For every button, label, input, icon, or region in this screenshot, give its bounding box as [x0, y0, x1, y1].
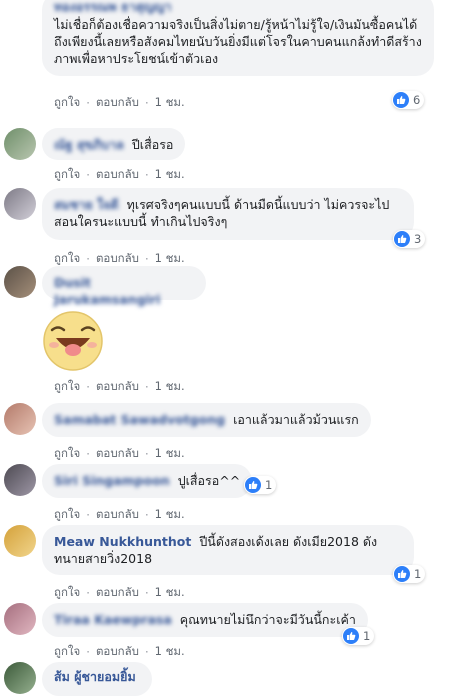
avatar[interactable] [4, 403, 36, 435]
like-link[interactable]: ถูกใจ [54, 166, 80, 184]
reaction-count[interactable]: 1 [244, 476, 277, 494]
avatar[interactable] [4, 603, 36, 635]
comment-actions: ถูกใจ · ตอบกลับ · 1 ชม. [54, 506, 185, 524]
commenter-name[interactable]: ณัฐ สุขภิบาล [54, 137, 124, 152]
comment-text: เอาแล้วมาแล้วม้วนแรก [233, 412, 359, 427]
reaction-number: 1 [414, 567, 422, 581]
reaction-count[interactable]: 6 [392, 91, 425, 109]
comment-actions: ถูกใจ · ตอบกลับ · 1 ชม. [54, 378, 185, 396]
commenter-name[interactable]: Meaw Nukkhunthot [54, 534, 191, 549]
comment-bubble: Dusit Jarukamsangiri [42, 266, 206, 307]
comment-text: ปูเสื่อรอ^^ [177, 473, 241, 488]
comment-bubble: Tiraa Kaewprasa คุณทนายไม่นึกว่าจะมีวันน… [42, 603, 368, 637]
reaction-number: 6 [413, 93, 421, 107]
timestamp[interactable]: 1 ชม. [155, 506, 185, 524]
comment-actions: ถูกใจ · ตอบกลับ · 1 ชม. [54, 445, 185, 463]
comment-actions: ถูกใจ · ตอบกลับ · 1 ชม. [54, 643, 185, 661]
comment-text: ไม่เชื่อก็ต้องเชื่อความจริงเป็นสิ่งไม่ตา… [54, 17, 422, 66]
timestamp[interactable]: 1 ชม. [155, 445, 185, 463]
reply-link[interactable]: ตอบกลับ [96, 94, 139, 112]
comment-actions: ถูกใจ · ตอบกลับ · 1 ชม. [54, 584, 185, 602]
like-link[interactable]: ถูกใจ [54, 506, 80, 524]
avatar[interactable] [4, 128, 36, 160]
like-icon [393, 92, 409, 108]
like-link[interactable]: ถูกใจ [54, 643, 80, 661]
timestamp[interactable]: 1 ชม. [155, 94, 185, 112]
commenter-name[interactable]: ทองอรรณพ ธาสุญญา [54, 0, 172, 15]
comment-text: คุณทนายไม่นึกว่าจะมีวันนี้กะเค้า [179, 612, 356, 627]
reaction-number: 1 [265, 478, 273, 492]
like-link[interactable]: ถูกใจ [54, 445, 80, 463]
like-link[interactable]: ถูกใจ [54, 584, 80, 602]
commenter-name[interactable]: Siri Singampoon [54, 473, 170, 488]
commenter-name[interactable]: ส้ม ผู้ชายอมยิ้ม [54, 669, 136, 684]
reaction-number: 3 [414, 232, 422, 246]
comment-bubble: Meaw Nukkhunthot ปีนี้ดังสองเด้งเลย ดังเ… [42, 525, 414, 575]
reply-link[interactable]: ตอบกลับ [96, 506, 139, 524]
reaction-count[interactable]: 1 [342, 627, 375, 645]
timestamp[interactable]: 1 ชม. [155, 378, 185, 396]
commenter-name[interactable]: Samabat Sawadvotgong [54, 412, 225, 427]
reaction-number: 1 [363, 629, 371, 643]
comment-actions: ถูกใจ · ตอบกลับ · 1 ชม. [54, 166, 185, 184]
like-link[interactable]: ถูกใจ [54, 378, 80, 396]
reply-link[interactable]: ตอบกลับ [96, 445, 139, 463]
comment-bubble: สมชาย ใจดี ทุเรศจริงๆคนแบบนี้ ด้านมืดนี้… [42, 188, 414, 240]
comment-bubble: ทองอรรณพ ธาสุญญา ไม่เชื่อก็ต้องเชื่อความ… [42, 0, 434, 76]
avatar[interactable] [4, 188, 36, 220]
like-icon [343, 628, 359, 644]
timestamp[interactable]: 1 ชม. [155, 643, 185, 661]
avatar[interactable] [4, 266, 36, 298]
comment-bubble: Siri Singampoon ปูเสื่อรอ^^ [42, 464, 253, 498]
commenter-name[interactable]: Dusit Jarukamsangiri [54, 275, 160, 307]
avatar[interactable] [4, 662, 36, 694]
avatar[interactable] [4, 525, 36, 557]
like-link[interactable]: ถูกใจ [54, 94, 80, 112]
timestamp[interactable]: 1 ชม. [155, 166, 185, 184]
reply-link[interactable]: ตอบกลับ [96, 378, 139, 396]
like-icon [394, 231, 410, 247]
like-icon [245, 477, 261, 493]
comment-bubble: ณัฐ สุขภิบาล ปีเสื่อรอ [42, 128, 186, 160]
like-icon [394, 566, 410, 582]
avatar[interactable] [4, 464, 36, 496]
timestamp[interactable]: 1 ชม. [155, 584, 185, 602]
comment-text: ปีเสื่อรอ [131, 137, 174, 152]
commenter-name[interactable]: Tiraa Kaewprasa [54, 612, 172, 627]
reaction-count[interactable]: 3 [393, 230, 426, 248]
comment-bubble: ส้ม ผู้ชายอมยิ้ม [42, 662, 152, 696]
comment-actions: ถูกใจ · ตอบกลับ · 1 ชม. [54, 94, 185, 112]
reply-link[interactable]: ตอบกลับ [96, 584, 139, 602]
reaction-count[interactable]: 1 [393, 565, 426, 583]
laughing-face-sticker[interactable] [42, 310, 104, 372]
commenter-name[interactable]: สมชาย ใจดี [54, 197, 119, 212]
reply-link[interactable]: ตอบกลับ [96, 166, 139, 184]
comment-bubble: Samabat Sawadvotgong เอาแล้วมาแล้วม้วนแร… [42, 403, 371, 437]
reply-link[interactable]: ตอบกลับ [96, 643, 139, 661]
